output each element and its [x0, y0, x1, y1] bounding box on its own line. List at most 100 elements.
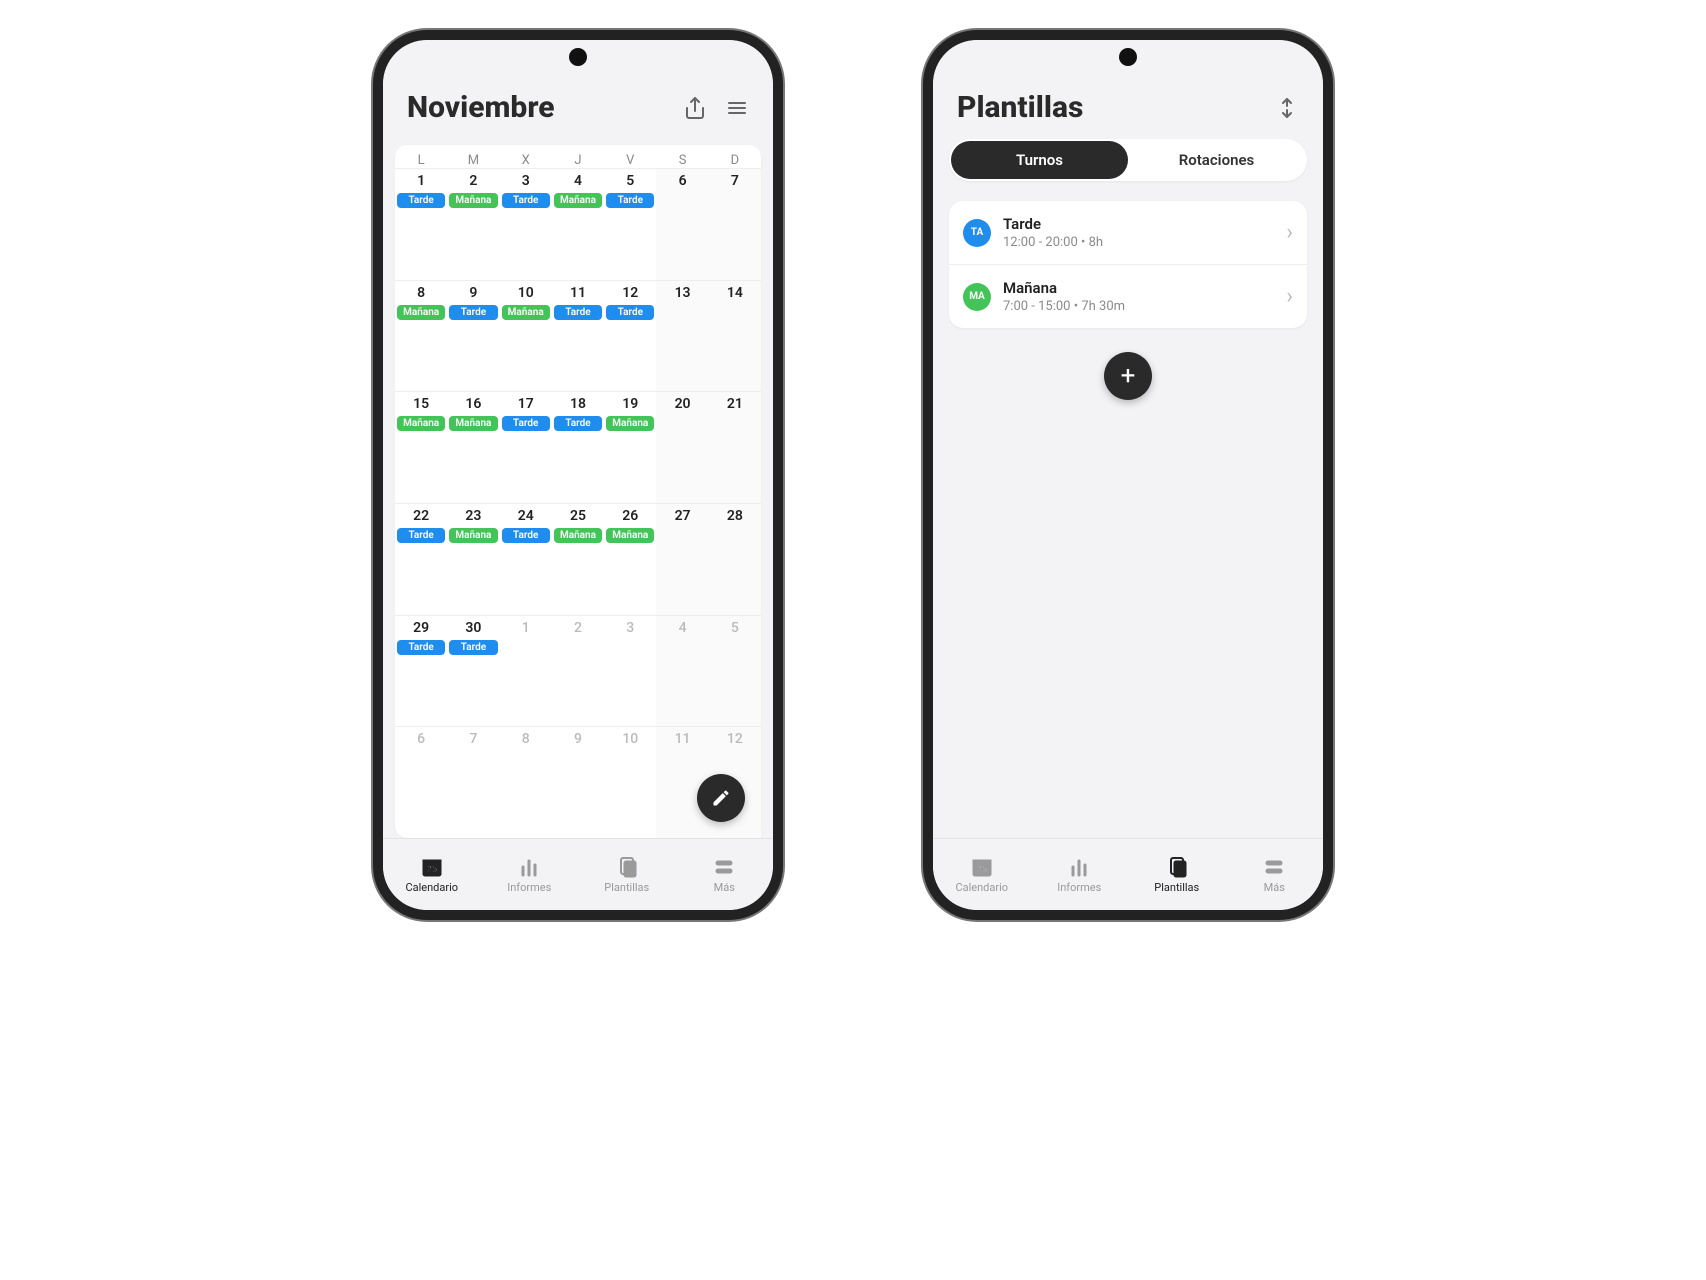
- nav-plantillas[interactable]: Plantillas: [1128, 839, 1226, 910]
- calendar-day[interactable]: 18Tarde: [552, 392, 604, 503]
- nav-informes[interactable]: Informes: [1031, 839, 1129, 910]
- calendar-day[interactable]: 3: [604, 616, 656, 727]
- day-number: 1: [395, 173, 447, 189]
- shift-pill: Tarde: [606, 305, 654, 320]
- nav-plantillas[interactable]: Plantillas: [578, 839, 676, 910]
- calendar-day[interactable]: 20: [656, 392, 708, 503]
- calendar-day[interactable]: 2Mañana: [447, 169, 499, 280]
- calendar-day[interactable]: 19Mañana: [604, 392, 656, 503]
- share-icon[interactable]: [683, 96, 707, 120]
- shift-pill: Mañana: [606, 416, 654, 431]
- shift-pill: Tarde: [397, 640, 445, 655]
- calendar-day[interactable]: 9: [552, 727, 604, 838]
- calendar-day[interactable]: 24Tarde: [500, 504, 552, 615]
- nav-calendario[interactable]: 25 Calendario: [383, 839, 481, 910]
- calendar-day[interactable]: 6: [395, 727, 447, 838]
- calendar-icon: 25: [420, 855, 444, 879]
- phone-templates: Plantillas Turnos Rotaciones TATarde12:0…: [923, 30, 1333, 920]
- nav-calendario[interactable]: 25 Calendario: [933, 839, 1031, 910]
- dow-label: L: [395, 153, 447, 168]
- shift-pill: Mañana: [397, 416, 445, 431]
- calendar-day[interactable]: 14: [709, 281, 761, 392]
- sort-icon[interactable]: [1275, 96, 1299, 120]
- day-of-week-row: LMXJVSD: [395, 145, 761, 168]
- template-list: TATarde12:00 - 20:00 • 8h› MA Mañana7:00 -…: [949, 201, 1307, 328]
- calendar-day[interactable]: 5Tarde: [604, 169, 656, 280]
- template-row[interactable]: MA Mañana7:00 - 15:00 • 7h 30m ›: [949, 265, 1307, 328]
- calendar-day[interactable]: 29Tarde: [395, 616, 447, 727]
- nav-informes[interactable]: Informes: [481, 839, 579, 910]
- day-number: 16: [447, 396, 499, 412]
- calendar-day[interactable]: 9Tarde: [447, 281, 499, 392]
- svg-text:25: 25: [427, 865, 437, 875]
- nav-label: Calendario: [955, 881, 1008, 894]
- nav-label: Calendario: [405, 881, 458, 894]
- calendar-day[interactable]: 4Mañana: [552, 169, 604, 280]
- day-number: 2: [552, 620, 604, 636]
- calendar-day[interactable]: 10: [604, 727, 656, 838]
- calendar-day[interactable]: 26Mañana: [604, 504, 656, 615]
- calendar-day[interactable]: 7: [709, 169, 761, 280]
- add-button[interactable]: +: [1104, 352, 1152, 400]
- shift-pill: Tarde: [397, 193, 445, 208]
- calendar-day[interactable]: 8: [500, 727, 552, 838]
- shift-pill: Mañana: [554, 528, 602, 543]
- calendar-day[interactable]: 16Mañana: [447, 392, 499, 503]
- calendar-day[interactable]: 11 Tarde: [552, 281, 604, 392]
- shift-pill: Tarde: [502, 193, 550, 208]
- day-number: 1: [500, 620, 552, 636]
- calendar-day[interactable]: 8Mañana: [395, 281, 447, 392]
- calendar-day[interactable]: 5: [709, 616, 761, 727]
- calendar-day[interactable]: 6: [656, 169, 708, 280]
- nav-mas[interactable]: Más: [676, 839, 774, 910]
- day-number: 22: [395, 508, 447, 524]
- template-info: Mañana7:00 - 15:00 • 7h 30m: [1003, 279, 1274, 314]
- calendar-day[interactable]: 15Mañana: [395, 392, 447, 503]
- calendar-day[interactable]: 12Tarde: [604, 281, 656, 392]
- calendar-day[interactable]: 10Mañana: [500, 281, 552, 392]
- calendar-day[interactable]: 1 Tarde: [395, 169, 447, 280]
- edit-button[interactable]: [697, 774, 745, 822]
- calendar-day[interactable]: 23Mañana: [447, 504, 499, 615]
- day-number: 3: [500, 173, 552, 189]
- nav-mas[interactable]: Más: [1226, 839, 1324, 910]
- dow-label: D: [709, 153, 761, 168]
- day-number: 11: [552, 285, 604, 301]
- calendar-day[interactable]: 17Tarde: [500, 392, 552, 503]
- calendar-day[interactable]: 25Mañana: [552, 504, 604, 615]
- template-row[interactable]: TATarde12:00 - 20:00 • 8h›: [949, 201, 1307, 265]
- calendar-day[interactable]: 21: [709, 392, 761, 503]
- menu-icon[interactable]: [725, 96, 749, 120]
- day-number: 4: [656, 620, 708, 636]
- day-number: 8: [395, 285, 447, 301]
- template-badge: MA: [963, 283, 991, 311]
- calendar-day[interactable]: 2: [552, 616, 604, 727]
- calendar-day[interactable]: 27: [656, 504, 708, 615]
- calendar-day[interactable]: 3 Tarde: [500, 169, 552, 280]
- chart-icon: [1067, 855, 1091, 879]
- shift-pill: Tarde: [502, 416, 550, 431]
- bottom-nav: 25 Calendario Informes Plantillas Más: [933, 838, 1323, 910]
- calendar-day[interactable]: 13: [656, 281, 708, 392]
- calendar-day[interactable]: 1: [500, 616, 552, 727]
- day-number: 13: [656, 285, 708, 301]
- calendar-day[interactable]: 7: [447, 727, 499, 838]
- segment-rotaciones[interactable]: Rotaciones: [1128, 141, 1305, 179]
- segment-turnos[interactable]: Turnos: [951, 141, 1128, 179]
- day-number: 2: [447, 173, 499, 189]
- calendar-day[interactable]: 22Tarde: [395, 504, 447, 615]
- calendar-day[interactable]: 28: [709, 504, 761, 615]
- segment-control: Turnos Rotaciones: [949, 139, 1307, 181]
- template-title: Mañana: [1003, 279, 1274, 297]
- day-number: 23: [447, 508, 499, 524]
- day-number: 6: [395, 731, 447, 747]
- day-number: 26: [604, 508, 656, 524]
- shift-pill: Tarde: [554, 305, 602, 320]
- calendar-grid: 1Tarde2Mañana3Tarde4Mañana5Tarde678Mañan…: [395, 168, 761, 838]
- calendar-day[interactable]: 4: [656, 616, 708, 727]
- dow-label: S: [656, 153, 708, 168]
- calendar-day[interactable]: 30Tarde: [447, 616, 499, 727]
- template-badge: TA: [963, 219, 991, 247]
- chevron-right-icon: ›: [1286, 284, 1293, 309]
- shift-pill: Tarde: [554, 416, 602, 431]
